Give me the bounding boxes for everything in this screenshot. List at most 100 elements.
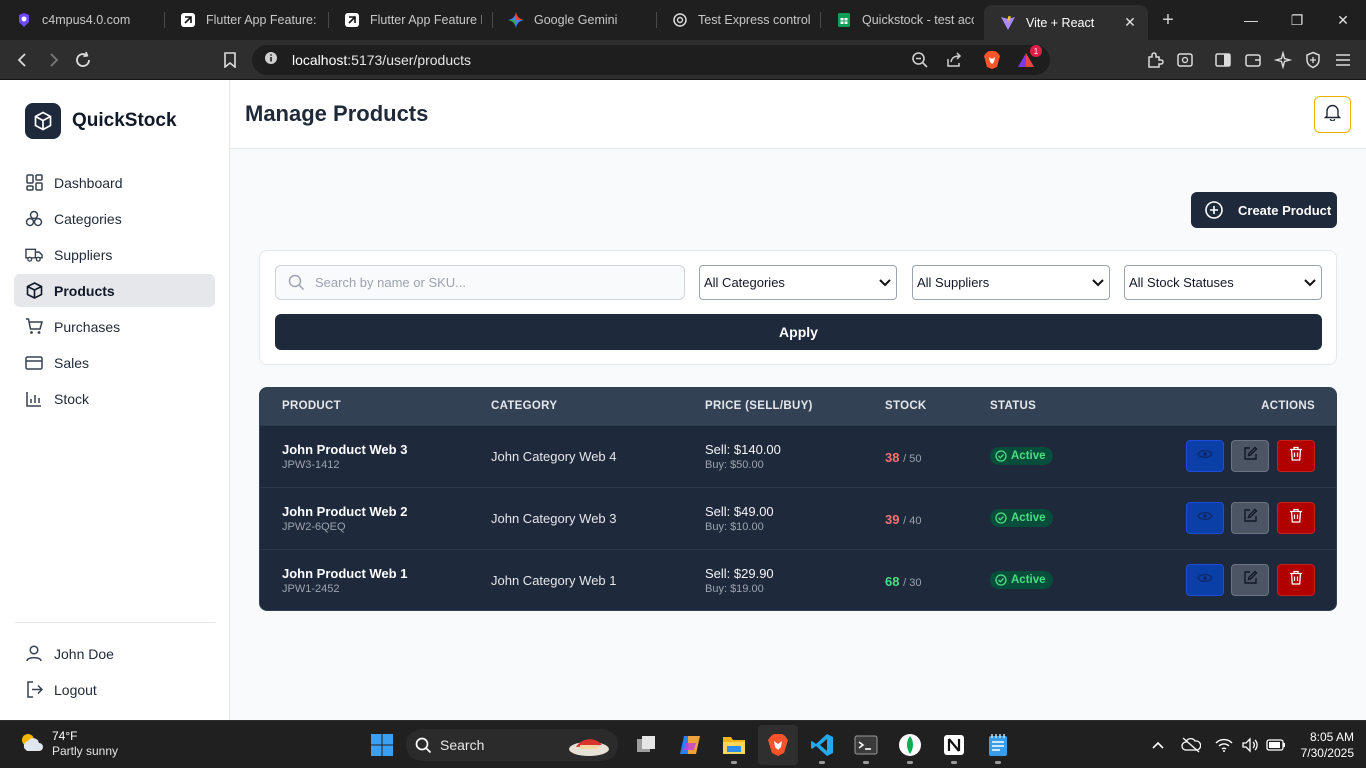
browser-tab[interactable]: Test Express controlle (656, 0, 820, 40)
cloud-offline-icon[interactable] (1179, 733, 1203, 757)
browser-tab[interactable]: c4mpus4.0.com (0, 0, 164, 40)
create-product-button[interactable]: Create Product (1191, 192, 1337, 228)
edit-button[interactable] (1231, 502, 1269, 534)
search-box[interactable] (275, 265, 685, 300)
logout-button[interactable]: Logout (14, 673, 215, 706)
truck-icon (25, 246, 43, 264)
edit-button[interactable] (1231, 440, 1269, 472)
bookmark-icon[interactable] (215, 45, 245, 75)
status-label: Active (1011, 512, 1046, 524)
sidebar-toggle-icon[interactable] (1208, 45, 1238, 75)
wallet-icon[interactable] (1238, 45, 1268, 75)
browser-tab[interactable]: Flutter App Feature D (328, 0, 492, 40)
file-explorer-icon[interactable] (714, 725, 754, 765)
minimize-icon[interactable]: — (1228, 0, 1274, 40)
mongodb-compass-icon[interactable] (890, 725, 930, 765)
back-icon[interactable] (8, 45, 38, 75)
address-bar[interactable]: localhost:5173/user/products 1 (252, 45, 1050, 75)
wifi-icon[interactable] (1212, 733, 1236, 757)
brave-browser-icon[interactable] (758, 725, 798, 765)
restore-icon[interactable]: ❐ (1274, 0, 1320, 40)
brave-rewards-icon[interactable]: 1 (1014, 45, 1042, 72)
system-clock[interactable]: 8:05 AM 7/30/2025 (1301, 729, 1354, 761)
sidebar-item-label: Sales (54, 354, 90, 371)
table-row: John Product Web 2 JPW2-6QEQ John Catego… (260, 487, 1336, 549)
delete-button[interactable] (1277, 502, 1315, 534)
category-select[interactable]: All Categories (699, 265, 897, 300)
extensions-icon[interactable] (1140, 45, 1170, 75)
brave-shields-icon[interactable] (980, 48, 1004, 72)
product-name: John Product Web 2 (282, 504, 408, 519)
filter-panel: All Categories All Suppliers All Stock S… (259, 250, 1337, 365)
cart-icon (25, 318, 43, 336)
forward-icon[interactable] (38, 45, 68, 75)
reload-icon[interactable] (68, 45, 98, 75)
buy-price: Buy: $50.00 (705, 459, 764, 471)
sidebar-item-products[interactable]: Products (14, 274, 215, 307)
chevron-up-icon[interactable] (1146, 733, 1170, 757)
volume-icon[interactable] (1238, 733, 1262, 757)
windows-start-icon[interactable] (362, 725, 402, 765)
delete-button[interactable] (1277, 564, 1315, 596)
view-button[interactable] (1186, 564, 1224, 596)
copilot-icon[interactable] (670, 725, 710, 765)
notion-icon[interactable] (934, 725, 974, 765)
edit-icon (1243, 508, 1258, 528)
battery-icon[interactable] (1264, 733, 1288, 757)
browser-tab[interactable]: Google Gemini (492, 0, 656, 40)
sidebar-item-label: Suppliers (54, 246, 113, 263)
sidebar-item-dashboard[interactable]: Dashboard (14, 166, 215, 199)
user-profile[interactable]: John Doe (14, 637, 215, 670)
view-button[interactable] (1186, 502, 1224, 534)
stock-threshold: / 40 (903, 515, 922, 527)
vscode-icon[interactable] (802, 725, 842, 765)
leo-ai-icon[interactable] (1268, 45, 1298, 75)
sidebar-item-purchases[interactable]: Purchases (14, 310, 215, 343)
menu-icon[interactable] (1328, 45, 1358, 75)
sidebar-item-label: Categories (54, 210, 122, 227)
brand[interactable]: QuickStock (25, 103, 177, 139)
tab-title: Quickstock - test acco (862, 13, 974, 27)
browser-tab[interactable]: Flutter App Feature: C (164, 0, 328, 40)
task-view-icon[interactable] (626, 725, 666, 765)
browser-tab-active[interactable]: Vite + React ✕ (984, 5, 1148, 40)
edit-button[interactable] (1231, 564, 1269, 596)
notifications-button[interactable] (1314, 96, 1351, 133)
url-text: localhost:5173/user/products (292, 52, 472, 68)
site-info-icon[interactable] (264, 51, 278, 70)
sell-price: Sell: $140.00 (705, 442, 781, 457)
stock-count: 38 / 50 (885, 450, 921, 465)
dashboard-icon (25, 174, 43, 192)
sidebar-item-sales[interactable]: Sales (14, 346, 215, 379)
browser-tab-strip: c4mpus4.0.com Flutter App Feature: C Flu… (0, 0, 1366, 40)
close-window-icon[interactable]: ✕ (1320, 0, 1366, 40)
delete-button[interactable] (1277, 440, 1315, 472)
sidebar-item-suppliers[interactable]: Suppliers (14, 238, 215, 271)
new-tab-icon[interactable]: + (1148, 0, 1188, 40)
taskbar-search[interactable]: Search (406, 729, 618, 761)
sidebar-item-stock[interactable]: Stock (14, 382, 215, 415)
trash-icon (1289, 570, 1303, 590)
stock-status-select[interactable]: All Stock Statuses (1124, 265, 1322, 300)
vpn-icon[interactable] (1298, 45, 1328, 75)
category-select-value: All Categories (704, 275, 785, 290)
column-header-status: STATUS (990, 400, 1037, 412)
browser-tab[interactable]: Quickstock - test acco (820, 0, 984, 40)
tab-title: Flutter App Feature: C (206, 13, 318, 27)
view-button[interactable] (1186, 440, 1224, 472)
close-tab-icon[interactable]: ✕ (1122, 14, 1138, 31)
reading-list-icon[interactable] (1170, 45, 1200, 75)
weather-widget[interactable]: 74°F Partly sunny (18, 729, 118, 759)
table-header: PRODUCT CATEGORY PRICE (SELL/BUY) STOCK … (260, 388, 1336, 425)
search-input[interactable] (315, 275, 675, 290)
zoom-icon[interactable] (908, 48, 932, 72)
eye-icon (1197, 447, 1213, 465)
notepad-icon[interactable] (978, 725, 1018, 765)
apply-button[interactable]: Apply (275, 314, 1322, 350)
terminal-icon[interactable] (846, 725, 886, 765)
supplier-select[interactable]: All Suppliers (912, 265, 1110, 300)
search-icon (287, 274, 305, 292)
sidebar-item-categories[interactable]: Categories (14, 202, 215, 235)
share-icon[interactable] (942, 48, 966, 72)
edit-icon (1243, 446, 1258, 466)
